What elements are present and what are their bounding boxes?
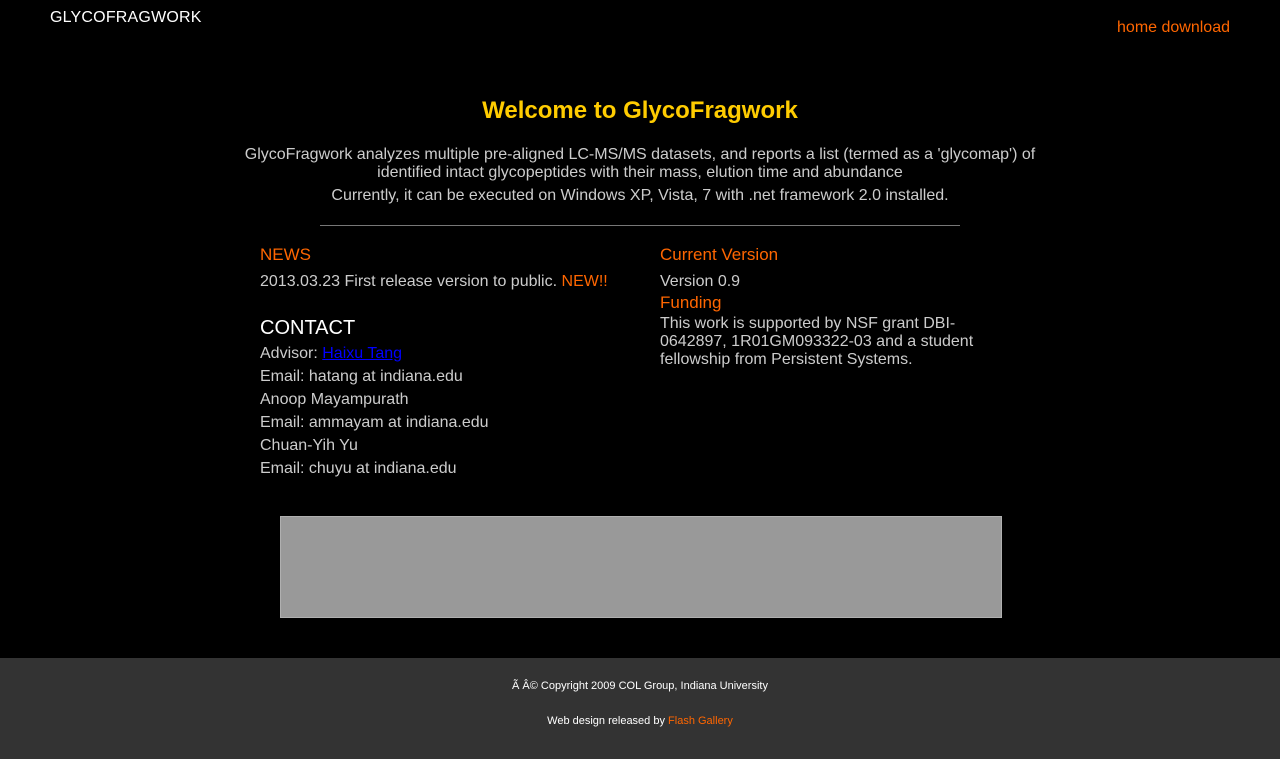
news-item: 2013.03.23 First release version to publ… [260,270,620,293]
nav-download-link[interactable]: download [1162,19,1231,36]
credit-line: Web design released by Flash Gallery [0,715,1280,727]
page-title: Welcome to GlycoFragwork [482,97,798,124]
nav-home-link[interactable]: home [1117,19,1157,36]
version-text: Version 0.9 [660,273,741,290]
funding-heading: Funding [660,293,722,312]
top-nav: home download [1117,19,1230,37]
credit-prefix: Web design released by [547,715,665,727]
news-item-text: 2013.03.23 First release version to publ… [260,273,558,290]
intro-description: GlycoFragwork analyzes multiple pre-alig… [244,146,1036,181]
advisor-link[interactable]: Haixu Tang [322,345,402,362]
version-heading: Current Version [660,245,779,264]
copyright-text: Ã Â© Copyright 2009 COL Group, Indiana U… [512,680,768,692]
contact-heading: CONTACT [260,317,356,339]
left-column: NEWS 2013.03.23 First release version to… [260,226,620,480]
contact-line: Anoop Mayampurath [260,391,409,408]
info-columns: NEWS 2013.03.23 First release version to… [240,226,1040,494]
right-column: Current Version Version 0.9 Funding This… [660,226,1010,369]
advisor-line: Advisor: Haixu Tang [260,342,620,365]
site-logo[interactable]: GLYCOFRAGWORK [50,9,202,27]
news-heading: NEWS [260,245,311,264]
new-flag: NEW!! [561,273,608,290]
contact-line: Chuan-Yih Yu [260,437,358,454]
contact-line: Email: ammayam at indiana.edu [260,414,489,431]
funding-text: This work is supported by NSF grant DBI-… [660,315,974,368]
contact-line: Email: chuyu at indiana.edu [260,460,457,477]
banner-placeholder [280,516,1002,618]
contact-line: Email: hatang at indiana.edu [260,368,463,385]
advisor-label: Advisor: [260,345,318,362]
flash-gallery-link[interactable]: Flash Gallery [668,715,733,727]
intro-requirements: Currently, it can be executed on Windows… [331,187,949,204]
footer: Ã Â© Copyright 2009 COL Group, Indiana U… [0,658,1280,759]
main-content: Welcome to GlycoFragwork GlycoFragwork a… [240,96,1040,494]
